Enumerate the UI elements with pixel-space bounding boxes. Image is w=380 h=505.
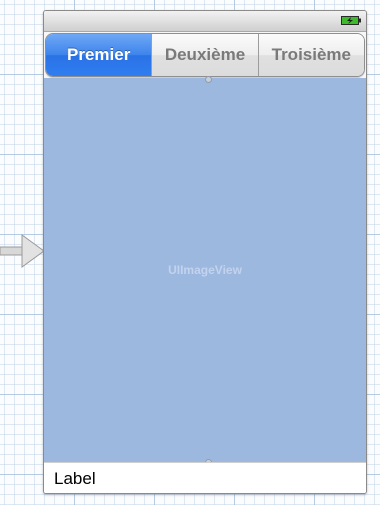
resize-handle-top[interactable] xyxy=(205,76,212,83)
image-view[interactable]: UIImageView xyxy=(44,78,366,462)
segment-troisieme[interactable]: Troisième xyxy=(257,34,364,76)
segment-deuxieme[interactable]: Deuxième xyxy=(151,34,258,76)
segmented-control[interactable]: Premier Deuxième Troisième xyxy=(45,33,365,77)
image-view-placeholder: UIImageView xyxy=(168,263,242,277)
label-row: Label xyxy=(44,462,366,493)
battery-charging-icon xyxy=(341,16,361,25)
segmented-bar: Premier Deuxième Troisième xyxy=(44,32,366,78)
segment-premier[interactable]: Premier xyxy=(46,34,152,76)
storyboard-scene: Premier Deuxième Troisième UIImageView L… xyxy=(43,10,367,494)
label-text[interactable]: Label xyxy=(54,469,96,489)
entry-arrow-icon xyxy=(0,234,45,268)
status-bar xyxy=(44,11,366,32)
